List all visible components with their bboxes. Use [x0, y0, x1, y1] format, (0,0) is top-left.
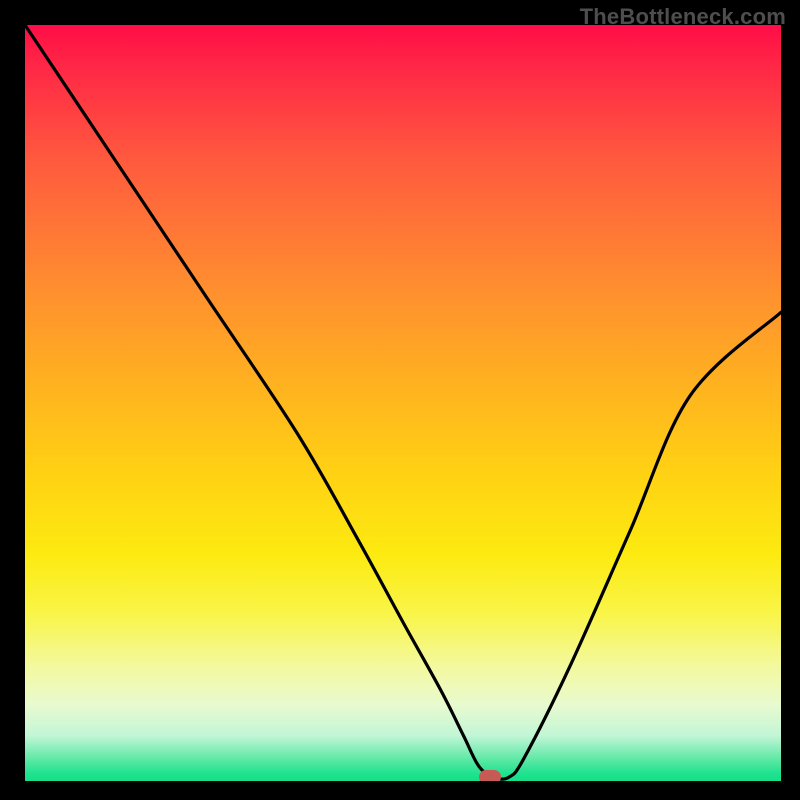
watermark-text: TheBottleneck.com [580, 4, 786, 30]
curve-path [25, 25, 781, 779]
bottleneck-curve [25, 25, 781, 781]
min-marker [479, 770, 501, 781]
plot-area [25, 25, 781, 781]
bottleneck-chart: TheBottleneck.com [0, 0, 800, 800]
